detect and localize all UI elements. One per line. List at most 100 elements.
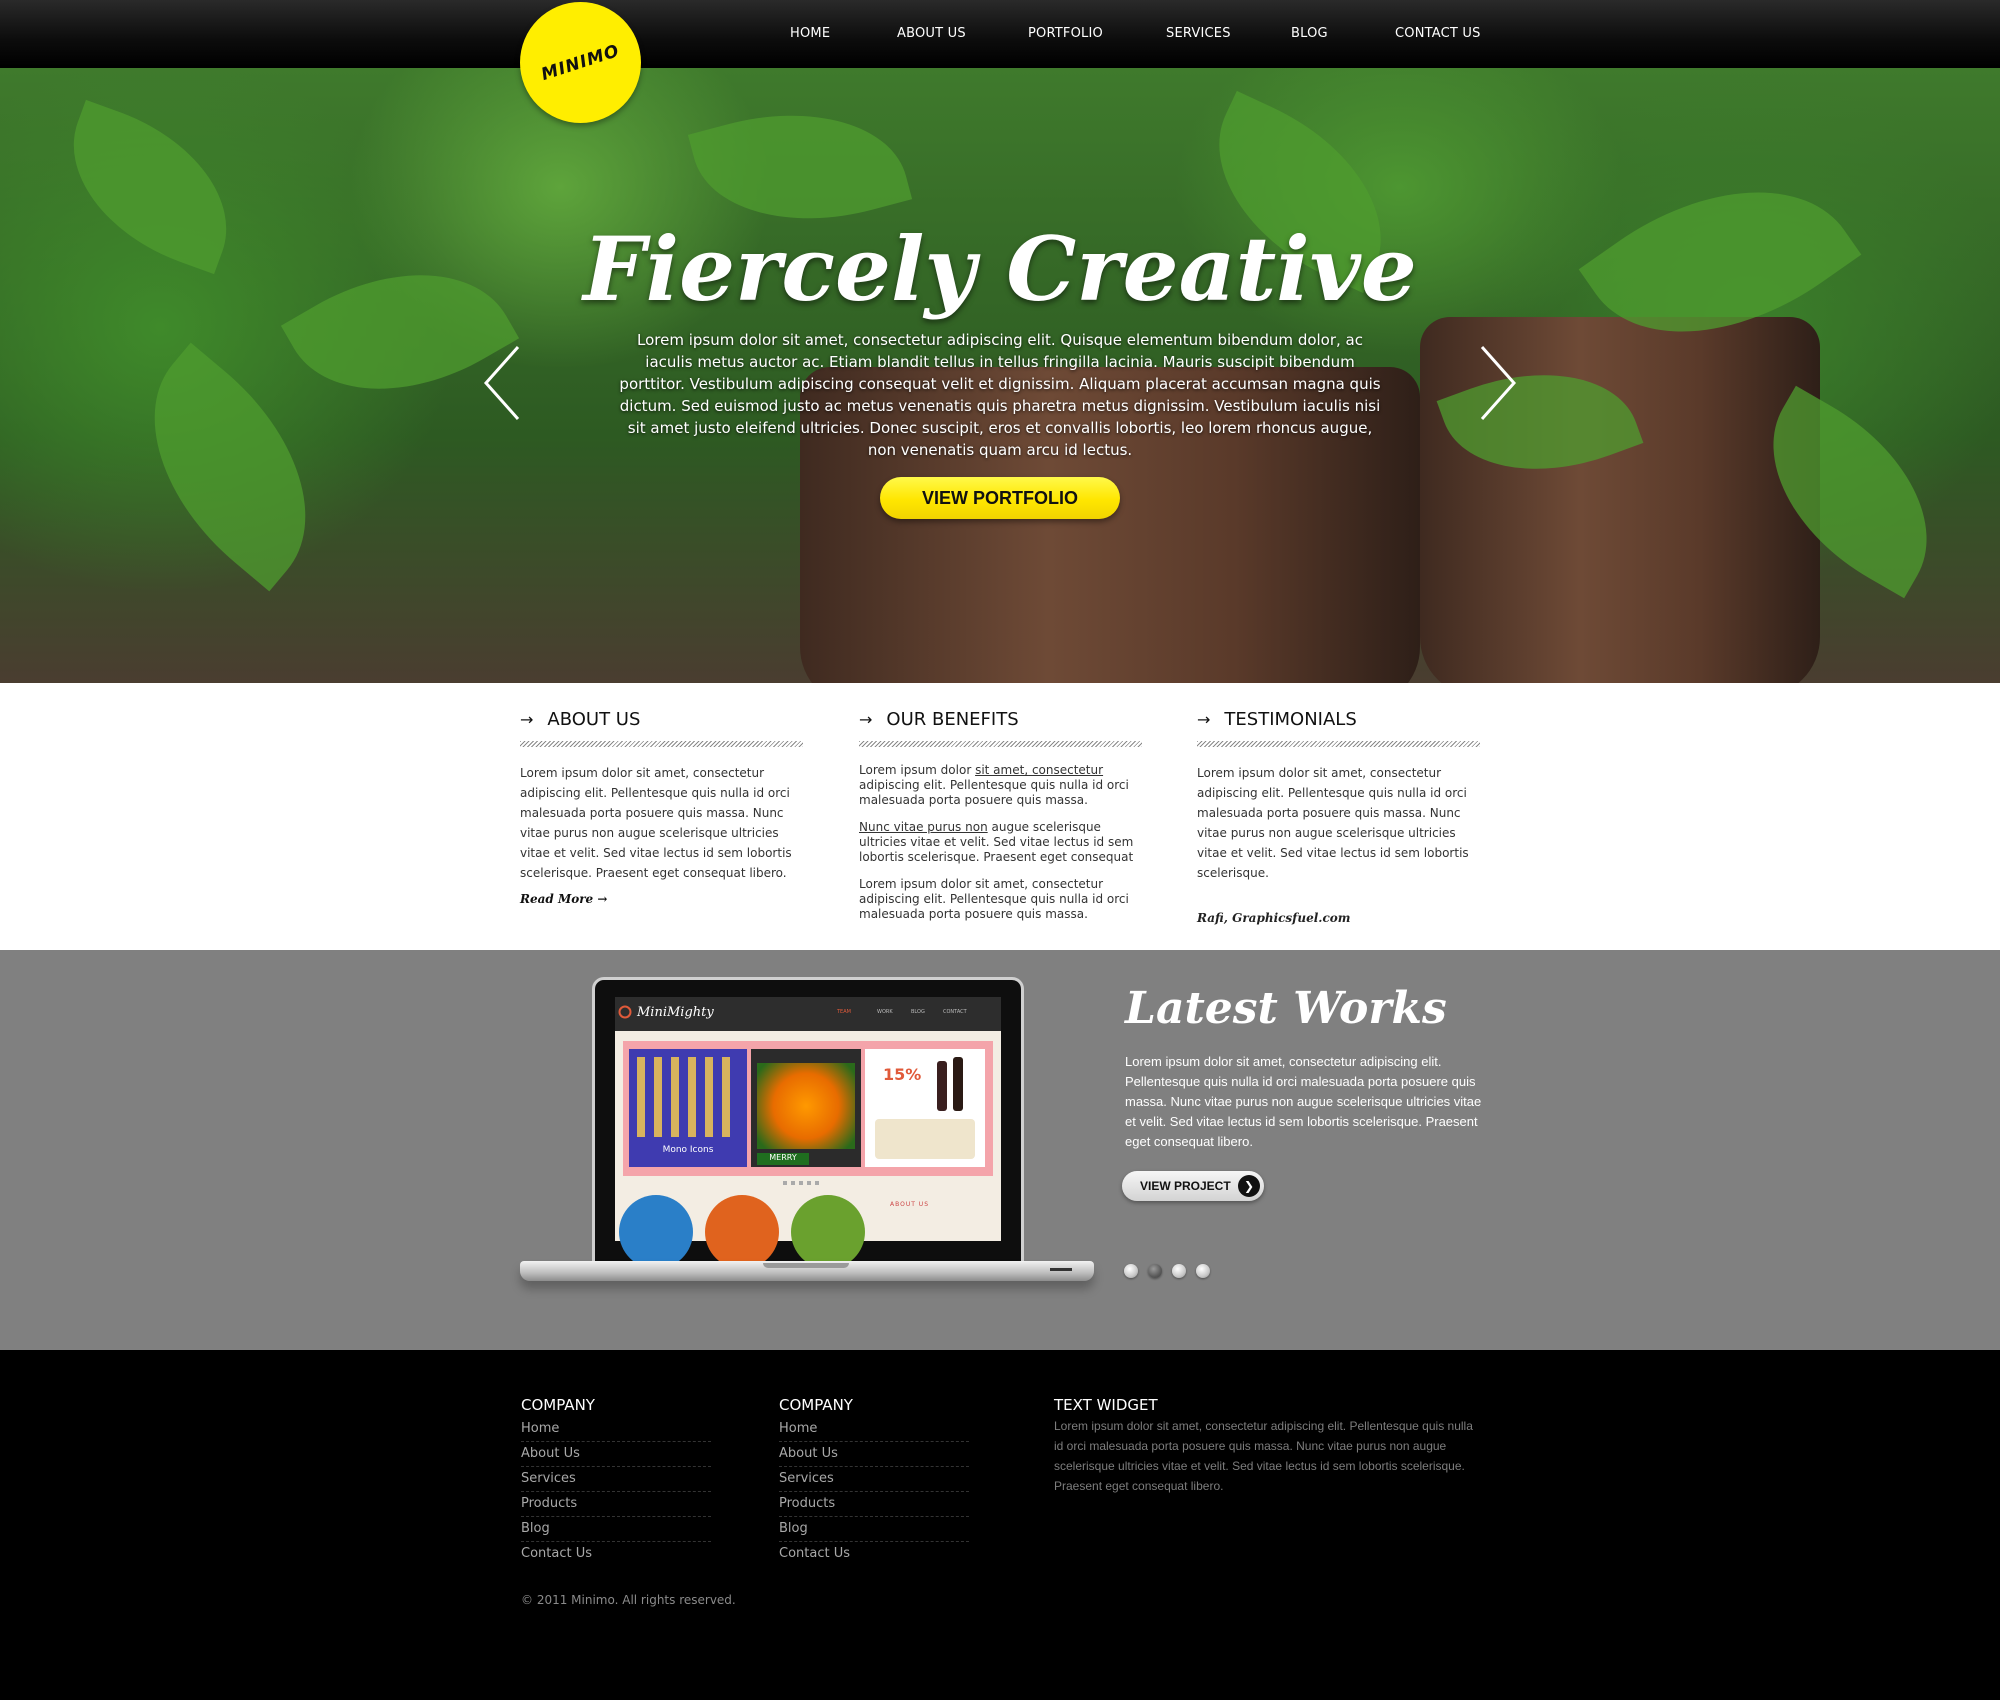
footer-link-contact-us[interactable]: Contact Us [521, 1543, 711, 1566]
about-heading-text: ABOUT US [547, 708, 641, 730]
footer-widget-text: Lorem ipsum dolor sit amet, consectetur … [1054, 1419, 1473, 1493]
hero-leaf [100, 342, 360, 592]
mock-panel-caption: MERRY [757, 1153, 809, 1165]
mock-bottle [953, 1057, 963, 1111]
arrow-right-icon: → [597, 892, 608, 906]
mock-discount-badge: 15% [883, 1065, 922, 1084]
mock-flower-photo [757, 1063, 855, 1149]
mock-icon-panel: Mono Icons [629, 1049, 747, 1167]
arrow-right-icon: → [520, 709, 534, 729]
read-more-link[interactable]: Read More → [520, 892, 803, 906]
mock-bottle [937, 1061, 947, 1111]
footer-link-blog[interactable]: Blog [779, 1518, 969, 1542]
view-portfolio-button[interactable]: VIEW PORTFOLIO [880, 477, 1120, 519]
mock-photo-panel: MERRY [751, 1049, 861, 1167]
footer-link-home[interactable]: Home [521, 1418, 711, 1442]
nav-blog[interactable]: BLOG [1291, 26, 1328, 41]
view-project-label: VIEW PROJECT [1140, 1179, 1231, 1193]
chevron-right-icon[interactable] [1472, 343, 1522, 423]
about-heading: → ABOUT US [520, 707, 803, 731]
mock-site-name: MiniMighty [637, 1005, 714, 1020]
mock-nav-item: WORK [877, 1009, 893, 1015]
mock-logo-icon [618, 1005, 632, 1019]
footer-column-company-2: COMPANY Home About Us Services Products … [779, 1396, 969, 1567]
benefits-paragraph-2: Nunc vitae purus non augue scelerisque u… [859, 820, 1142, 865]
copyright: © 2011 Minimo. All rights reserved. [521, 1593, 736, 1607]
hatched-divider [520, 741, 803, 747]
mock-nav-item: CONTACT [943, 1009, 967, 1015]
benefits-text: Lorem ipsum dolor [859, 763, 976, 777]
nav-portfolio[interactable]: PORTFOLIO [1028, 26, 1103, 41]
footer: COMPANY Home About Us Services Products … [0, 1350, 2000, 1700]
testimonial-signature: Rafi, Graphicsfuel.com [1197, 911, 1351, 925]
footer-link-blog[interactable]: Blog [521, 1518, 711, 1542]
mock-panel-caption: Mono Icons [662, 1145, 714, 1155]
footer-link-about-us[interactable]: About Us [779, 1443, 969, 1467]
laptop-notch [763, 1263, 849, 1268]
latest-works-title: Latest Works [1125, 983, 1447, 1034]
about-column: → ABOUT US Lorem ipsum dolor sit amet, c… [520, 707, 803, 906]
hero-text: Lorem ipsum dolor sit amet, consectetur … [619, 331, 1381, 459]
footer-link-services[interactable]: Services [779, 1468, 969, 1492]
chevron-left-icon[interactable] [478, 343, 528, 423]
footer-column-company-1: COMPANY Home About Us Services Products … [521, 1396, 711, 1567]
mock-site-body: Mono Icons MERRY 15% ABOUT US [615, 1031, 1001, 1269]
footer-link-home[interactable]: Home [779, 1418, 969, 1442]
footer-heading: COMPANY [521, 1396, 595, 1414]
arrow-right-icon: → [859, 709, 873, 729]
footer-heading: TEXT WIDGET [1054, 1396, 1158, 1414]
benefits-link[interactable]: sit amet, consectetur [975, 763, 1103, 777]
footer-link-products[interactable]: Products [521, 1493, 711, 1517]
hatched-divider [859, 741, 1142, 747]
latest-works-text: Lorem ipsum dolor sit amet, consectetur … [1125, 1054, 1482, 1149]
footer-link-products[interactable]: Products [779, 1493, 969, 1517]
view-project-button[interactable]: VIEW PROJECT ❯ [1122, 1171, 1264, 1201]
nav-home[interactable]: HOME [790, 26, 830, 41]
footer-link-contact-us[interactable]: Contact Us [779, 1543, 969, 1566]
nav-contact-us[interactable]: CONTACT US [1395, 26, 1481, 41]
nav-services[interactable]: SERVICES [1166, 26, 1231, 41]
mock-envelope [875, 1119, 975, 1159]
latest-works-section: MiniMighty TEAM WORK BLOG CONTACT Mono I… [0, 950, 2000, 1350]
pager-dot[interactable] [1124, 1264, 1138, 1278]
benefits-heading-text: OUR BENEFITS [886, 708, 1019, 730]
pager-dot[interactable] [1196, 1264, 1210, 1278]
footer-heading: COMPANY [779, 1396, 853, 1414]
testimonials-heading-text: TESTIMONIALS [1224, 708, 1357, 730]
info-section: → ABOUT US Lorem ipsum dolor sit amet, c… [0, 683, 2000, 950]
hero-slider: Fiercely Creative Lorem ipsum dolor sit … [0, 67, 2000, 683]
mock-circle-wordpress [791, 1195, 865, 1269]
footer-link-services[interactable]: Services [521, 1468, 711, 1492]
pager-dot[interactable] [1172, 1264, 1186, 1278]
benefits-paragraph-1: Lorem ipsum dolor sit amet, consectetur … [859, 763, 1142, 808]
mock-product-panel: 15% [865, 1049, 985, 1167]
benefits-link[interactable]: Nunc vitae purus non [859, 820, 988, 834]
benefits-column: → OUR BENEFITS Lorem ipsum dolor sit ame… [859, 707, 1142, 922]
benefits-text: adipiscing elit. Pellentesque quis nulla… [859, 778, 1129, 807]
hatched-divider [1197, 741, 1480, 747]
footer-link-about-us[interactable]: About Us [521, 1443, 711, 1467]
mock-section-label: ABOUT US [890, 1201, 930, 1208]
view-portfolio-label: VIEW PORTFOLIO [922, 487, 1078, 508]
pager-dot-active[interactable] [1148, 1264, 1162, 1278]
laptop-indicator [1050, 1268, 1072, 1271]
chevron-right-icon: ❯ [1238, 1175, 1260, 1197]
mock-nav-item: BLOG [911, 1009, 925, 1015]
mock-icon-grid [637, 1057, 739, 1137]
mock-slider-frame: Mono Icons MERRY 15% [623, 1041, 993, 1176]
mock-slider-dots [783, 1181, 823, 1185]
mock-circle-globe [619, 1195, 693, 1269]
nav-about-us[interactable]: ABOUT US [897, 26, 966, 41]
hero-title: Fiercely Creative [583, 217, 1417, 321]
benefits-heading: → OUR BENEFITS [859, 707, 1142, 731]
mock-circle-target [705, 1195, 779, 1269]
read-more-label: Read More [520, 892, 594, 906]
mock-site-header: MiniMighty TEAM WORK BLOG CONTACT [615, 997, 1001, 1031]
about-text: Lorem ipsum dolor sit amet, consectetur … [520, 766, 792, 880]
laptop-screen: MiniMighty TEAM WORK BLOG CONTACT Mono I… [592, 977, 1024, 1269]
testimonials-heading: → TESTIMONIALS [1197, 707, 1480, 731]
main-nav: HOME ABOUT US PORTFOLIO SERVICES BLOG CO… [0, 0, 2000, 67]
benefits-paragraph-3: Lorem ipsum dolor sit amet, consectetur … [859, 877, 1129, 921]
footer-text-widget: TEXT WIDGET [1054, 1396, 1479, 1418]
laptop-base [520, 1261, 1094, 1281]
